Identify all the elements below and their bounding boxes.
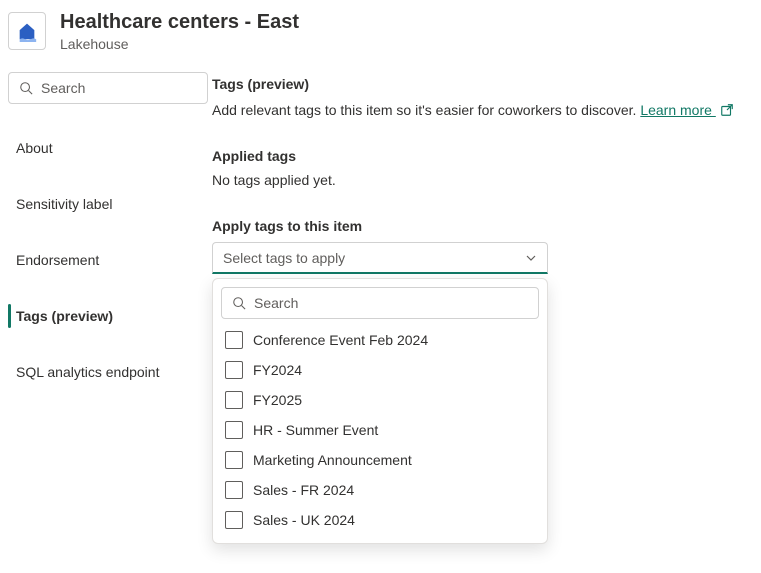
sidebar-item-tags[interactable]: Tags (preview) xyxy=(8,298,208,334)
header: Healthcare centers - East Lakehouse xyxy=(0,0,761,58)
checkbox-icon xyxy=(225,451,243,469)
sidebar-item-label: Tags (preview) xyxy=(16,308,113,324)
checkbox-icon xyxy=(225,361,243,379)
dropdown-placeholder: Select tags to apply xyxy=(223,250,345,266)
tags-dropdown: Select tags to apply Conference Event Fe… xyxy=(212,242,548,274)
sidebar-item-label: Sensitivity label xyxy=(16,196,113,212)
sidebar-item-sensitivity[interactable]: Sensitivity label xyxy=(8,186,208,222)
search-icon xyxy=(232,296,246,310)
sidebar-search[interactable] xyxy=(8,72,208,104)
tag-option-label: FY2025 xyxy=(253,392,302,408)
apply-tags-title: Apply tags to this item xyxy=(212,218,741,234)
checkbox-icon xyxy=(225,481,243,499)
sidebar-item-about[interactable]: About xyxy=(8,130,208,166)
tag-option-label: Sales - UK 2024 xyxy=(253,512,355,528)
content: Tags (preview) Add relevant tags to this… xyxy=(208,58,761,274)
learn-more-link[interactable]: Learn more xyxy=(640,102,715,118)
sidebar-item-label: SQL analytics endpoint xyxy=(16,364,159,380)
header-text: Healthcare centers - East Lakehouse xyxy=(60,10,299,52)
dropdown-search[interactable] xyxy=(221,287,539,319)
tag-option[interactable]: HR - Summer Event xyxy=(221,415,539,445)
sidebar-item-label: About xyxy=(16,140,53,156)
tag-option[interactable]: FY2024 xyxy=(221,355,539,385)
tag-option[interactable]: Conference Event Feb 2024 xyxy=(221,325,539,355)
tag-option-label: Sales - FR 2024 xyxy=(253,482,354,498)
sidebar-item-sql-endpoint[interactable]: SQL analytics endpoint xyxy=(8,354,208,390)
item-icon xyxy=(8,12,46,50)
checkbox-icon xyxy=(225,331,243,349)
chevron-down-icon xyxy=(525,252,537,264)
tags-dropdown-menu: Conference Event Feb 2024 FY2024 FY2025 … xyxy=(212,278,548,544)
external-link-icon xyxy=(720,103,734,117)
sidebar-item-endorsement[interactable]: Endorsement xyxy=(8,242,208,278)
tag-option[interactable]: Marketing Announcement xyxy=(221,445,539,475)
applied-tags-empty: No tags applied yet. xyxy=(212,172,741,188)
checkbox-icon xyxy=(225,391,243,409)
checkbox-icon xyxy=(225,511,243,529)
tag-option-label: Marketing Announcement xyxy=(253,452,412,468)
page-subtitle: Lakehouse xyxy=(60,36,299,52)
checkbox-icon xyxy=(225,421,243,439)
applied-tags-title: Applied tags xyxy=(212,148,741,164)
search-icon xyxy=(19,81,33,95)
sidebar: About Sensitivity label Endorsement Tags… xyxy=(0,58,208,390)
sidebar-search-input[interactable] xyxy=(41,80,222,96)
tag-option-label: HR - Summer Event xyxy=(253,422,378,438)
tag-option[interactable]: Sales - UK 2024 xyxy=(221,505,539,535)
lakehouse-icon xyxy=(16,20,38,42)
tag-option[interactable]: Sales - FR 2024 xyxy=(221,475,539,505)
sidebar-nav: About Sensitivity label Endorsement Tags… xyxy=(8,130,208,390)
dropdown-search-input[interactable] xyxy=(254,295,528,311)
tag-option-label: FY2024 xyxy=(253,362,302,378)
tag-option[interactable]: FY2025 xyxy=(221,385,539,415)
section-description: Add relevant tags to this item so it's e… xyxy=(212,102,741,118)
tags-dropdown-trigger[interactable]: Select tags to apply xyxy=(212,242,548,274)
tag-option-label: Conference Event Feb 2024 xyxy=(253,332,428,348)
sidebar-item-label: Endorsement xyxy=(16,252,99,268)
description-text: Add relevant tags to this item so it's e… xyxy=(212,102,640,118)
section-title: Tags (preview) xyxy=(212,76,741,92)
page-title: Healthcare centers - East xyxy=(60,10,299,34)
